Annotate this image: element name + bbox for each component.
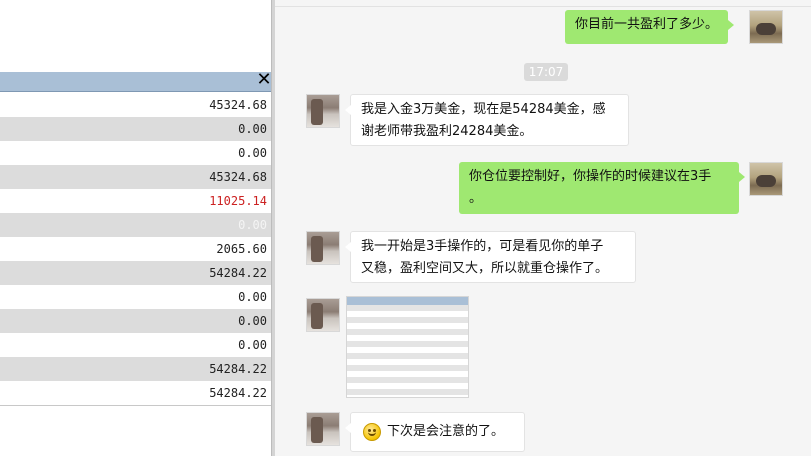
account-value: 0.00	[238, 290, 267, 304]
contact-avatar[interactable]	[306, 231, 340, 265]
message-text: 下次是会注意的了。	[387, 424, 505, 439]
message-line: 。	[469, 191, 483, 206]
account-row: 0.00	[0, 309, 273, 333]
account-value: 54284.22	[209, 266, 267, 280]
account-row: 54284.22	[0, 357, 273, 381]
account-value: 54284.22	[209, 362, 267, 376]
contact-avatar[interactable]	[306, 298, 340, 332]
account-row: 0.00	[0, 117, 273, 141]
message-line: 谢老师带我盈利24284美金。	[361, 124, 533, 139]
account-value: 11025.14	[209, 194, 267, 208]
account-row: 0.00	[0, 333, 273, 357]
account-row: 2065.60	[0, 237, 273, 261]
message-bubble-self[interactable]: 你仓位要控制好，你操作的时候建议在3手 。	[459, 162, 745, 214]
account-value: 45324.68	[209, 170, 267, 184]
message-line: 我一开始是3手操作的，可是看见你的单子	[361, 239, 604, 254]
smile-emoji-icon	[363, 422, 381, 441]
message-bubble-other[interactable]: 下次是会注意的了。	[345, 412, 525, 452]
account-value: 2065.60	[216, 242, 267, 256]
account-value: 0.00	[238, 218, 267, 232]
message-bubble-self[interactable]: 你目前一共盈利了多少。	[565, 10, 735, 44]
message-line: 又稳，盈利空间又大，所以就重仓操作了。	[361, 261, 609, 276]
account-value: 54284.22	[209, 386, 267, 400]
close-icon[interactable]: ✕	[256, 70, 272, 90]
contact-avatar[interactable]	[306, 412, 340, 446]
message-text: 你目前一共盈利了多少。	[575, 17, 719, 32]
account-row: 54284.22	[0, 381, 273, 405]
account-value: 0.00	[238, 146, 267, 160]
my-avatar[interactable]	[749, 10, 783, 44]
panel-bottom-divider	[0, 405, 273, 406]
account-panel: ✕ 45324.68 0.00 0.00 45324.68 11025.14 0…	[0, 0, 273, 456]
account-row: 0.00	[0, 141, 273, 165]
account-values-list: 45324.68 0.00 0.00 45324.68 11025.14 0.0…	[0, 93, 273, 405]
account-row: 0.00	[0, 285, 273, 309]
chat-history[interactable]: 你目前一共盈利了多少。 17:07 我是入金3万美金，现在是54284美金，感 …	[275, 0, 811, 456]
chat-top-divider	[275, 6, 811, 7]
panel-blank-area	[0, 0, 273, 72]
panel-header-bar	[0, 72, 273, 92]
account-row: 11025.14	[0, 189, 273, 213]
account-value: 0.00	[238, 338, 267, 352]
message-bubble-other[interactable]: 我一开始是3手操作的，可是看见你的单子 又稳，盈利空间又大，所以就重仓操作了。	[345, 231, 636, 283]
contact-avatar[interactable]	[306, 94, 340, 128]
account-row: 45324.68	[0, 165, 273, 189]
account-row: 0.00	[0, 213, 273, 237]
my-avatar[interactable]	[749, 162, 783, 196]
message-bubble-other[interactable]: 我是入金3万美金，现在是54284美金，感 谢老师带我盈利24284美金。	[345, 94, 629, 146]
account-value: 0.00	[238, 314, 267, 328]
account-screenshot-thumbnail[interactable]	[346, 296, 469, 398]
timestamp-badge: 17:07	[524, 63, 568, 81]
message-line: 你仓位要控制好，你操作的时候建议在3手	[469, 169, 712, 184]
account-row: 54284.22	[0, 261, 273, 285]
account-value: 45324.68	[209, 98, 267, 112]
account-value: 0.00	[238, 122, 267, 136]
message-line: 我是入金3万美金，现在是54284美金，感	[361, 102, 606, 117]
account-row: 45324.68	[0, 93, 273, 117]
